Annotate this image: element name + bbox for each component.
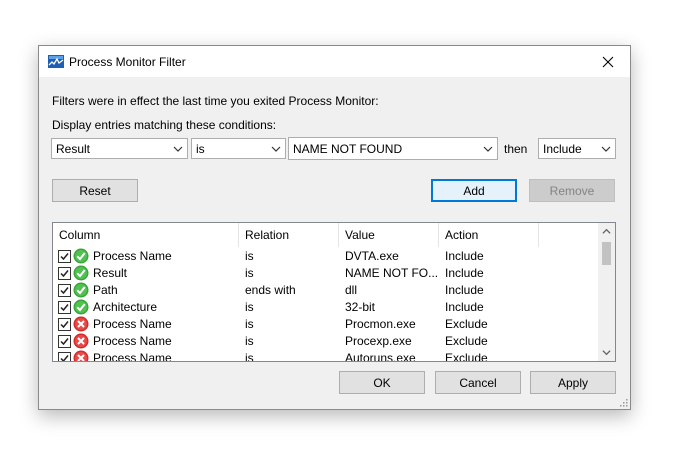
row-relation: is — [245, 317, 254, 331]
then-label: then — [504, 142, 528, 156]
chevron-down-icon — [173, 146, 183, 152]
checkmark-icon — [60, 253, 69, 261]
row-relation: is — [245, 249, 254, 263]
list-header: Column Relation Value Action — [53, 223, 600, 247]
filter-list-body: Column Relation Value Action Process Nam… — [53, 223, 600, 361]
row-column: Architecture — [93, 300, 158, 314]
table-row[interactable]: Result is NAME NOT FO... Include — [53, 265, 600, 282]
cancel-button[interactable]: Cancel — [435, 371, 521, 394]
value-combobox[interactable]: NAME NOT FOUND — [288, 137, 498, 160]
row-relation: is — [245, 334, 254, 348]
resize-grip-icon[interactable] — [618, 397, 628, 407]
checkmark-icon — [60, 338, 69, 346]
relation-select[interactable]: is — [191, 138, 286, 159]
title-bar[interactable]: Process Monitor Filter — [39, 46, 630, 77]
row-value: NAME NOT FO... — [345, 266, 439, 280]
exclude-icon — [73, 333, 89, 349]
row-column: Process Name — [93, 249, 172, 263]
table-row[interactable]: Process Name is Autoruns.exe Exclude — [53, 350, 600, 361]
row-value: Autoruns.exe — [345, 351, 416, 361]
chevron-down-icon — [483, 146, 493, 152]
row-relation: is — [245, 300, 254, 314]
checkmark-icon — [60, 287, 69, 295]
checkmark-icon — [60, 304, 69, 312]
remove-button[interactable]: Remove — [529, 179, 615, 202]
table-row[interactable]: Process Name is DVTA.exe Include — [53, 248, 600, 265]
row-value: DVTA.exe — [345, 249, 399, 263]
checkmark-icon — [60, 355, 69, 361]
row-value: Procexp.exe — [345, 334, 412, 348]
check-icon — [73, 265, 89, 281]
conditions-label: Display entries matching these condition… — [52, 118, 277, 132]
chevron-down-icon — [602, 350, 611, 356]
table-row[interactable]: Process Name is Procexp.exe Exclude — [53, 333, 600, 350]
exclude-icon — [73, 350, 89, 361]
column-select-value: Result — [56, 142, 91, 156]
column-header-relation[interactable]: Relation — [239, 223, 339, 247]
row-checkbox[interactable] — [58, 301, 71, 314]
row-relation: ends with — [245, 283, 296, 297]
apply-button[interactable]: Apply — [530, 371, 616, 394]
check-icon — [73, 248, 89, 264]
row-value: 32-bit — [345, 300, 376, 314]
row-column: Result — [93, 266, 128, 280]
filter-dialog: Process Monitor Filter Filters were in e… — [38, 45, 631, 410]
row-checkbox[interactable] — [58, 284, 71, 297]
scrollbar-thumb[interactable] — [602, 242, 611, 265]
check-icon — [73, 282, 89, 298]
scroll-down-button[interactable] — [598, 344, 615, 361]
row-checkbox[interactable] — [58, 352, 71, 361]
column-select[interactable]: Result — [51, 138, 188, 159]
checkmark-icon — [60, 270, 69, 278]
row-relation: is — [245, 351, 254, 361]
chevron-up-icon — [602, 228, 611, 234]
row-action: Exclude — [445, 351, 488, 361]
column-header-value[interactable]: Value — [339, 223, 439, 247]
row-value: dll — [345, 283, 358, 297]
checkmark-icon — [60, 321, 69, 329]
add-button[interactable]: Add — [431, 179, 517, 202]
row-action: Include — [445, 283, 484, 297]
scroll-up-button[interactable] — [598, 223, 615, 240]
filter-list[interactable]: Column Relation Value Action Process Nam… — [52, 222, 616, 362]
row-value: Procmon.exe — [345, 317, 416, 331]
row-column: Process Name — [93, 317, 172, 331]
row-column: Process Name — [93, 351, 172, 361]
exclude-icon — [73, 316, 89, 332]
row-action: Include — [445, 266, 484, 280]
row-action: Exclude — [445, 334, 488, 348]
row-action: Include — [445, 249, 484, 263]
action-select[interactable]: Include — [538, 138, 616, 159]
row-action: Include — [445, 300, 484, 314]
row-checkbox[interactable] — [58, 318, 71, 331]
row-action: Exclude — [445, 317, 488, 331]
row-checkbox[interactable] — [58, 335, 71, 348]
chevron-down-icon — [601, 146, 611, 152]
ok-button[interactable]: OK — [339, 371, 425, 394]
relation-select-value: is — [196, 142, 205, 156]
process-monitor-app-icon — [48, 55, 64, 68]
action-select-value: Include — [543, 142, 582, 156]
vertical-scrollbar[interactable] — [598, 223, 615, 361]
value-combobox-text: NAME NOT FOUND — [293, 142, 403, 156]
column-header-column[interactable]: Column — [53, 223, 239, 247]
close-icon — [602, 56, 614, 67]
row-column: Process Name — [93, 334, 172, 348]
chevron-down-icon — [271, 146, 281, 152]
table-row[interactable]: Architecture is 32-bit Include — [53, 299, 600, 316]
row-column: Path — [93, 283, 118, 297]
row-checkbox[interactable] — [58, 250, 71, 263]
row-relation: is — [245, 266, 254, 280]
window-title: Process Monitor Filter — [69, 55, 186, 69]
reset-button[interactable]: Reset — [52, 179, 138, 202]
table-row[interactable]: Process Name is Procmon.exe Exclude — [53, 316, 600, 333]
close-button[interactable] — [586, 46, 630, 77]
check-icon — [73, 299, 89, 315]
column-header-action[interactable]: Action — [439, 223, 539, 247]
table-row[interactable]: Path ends with dll Include — [53, 282, 600, 299]
intro-text: Filters were in effect the last time you… — [52, 94, 379, 108]
row-checkbox[interactable] — [58, 267, 71, 280]
